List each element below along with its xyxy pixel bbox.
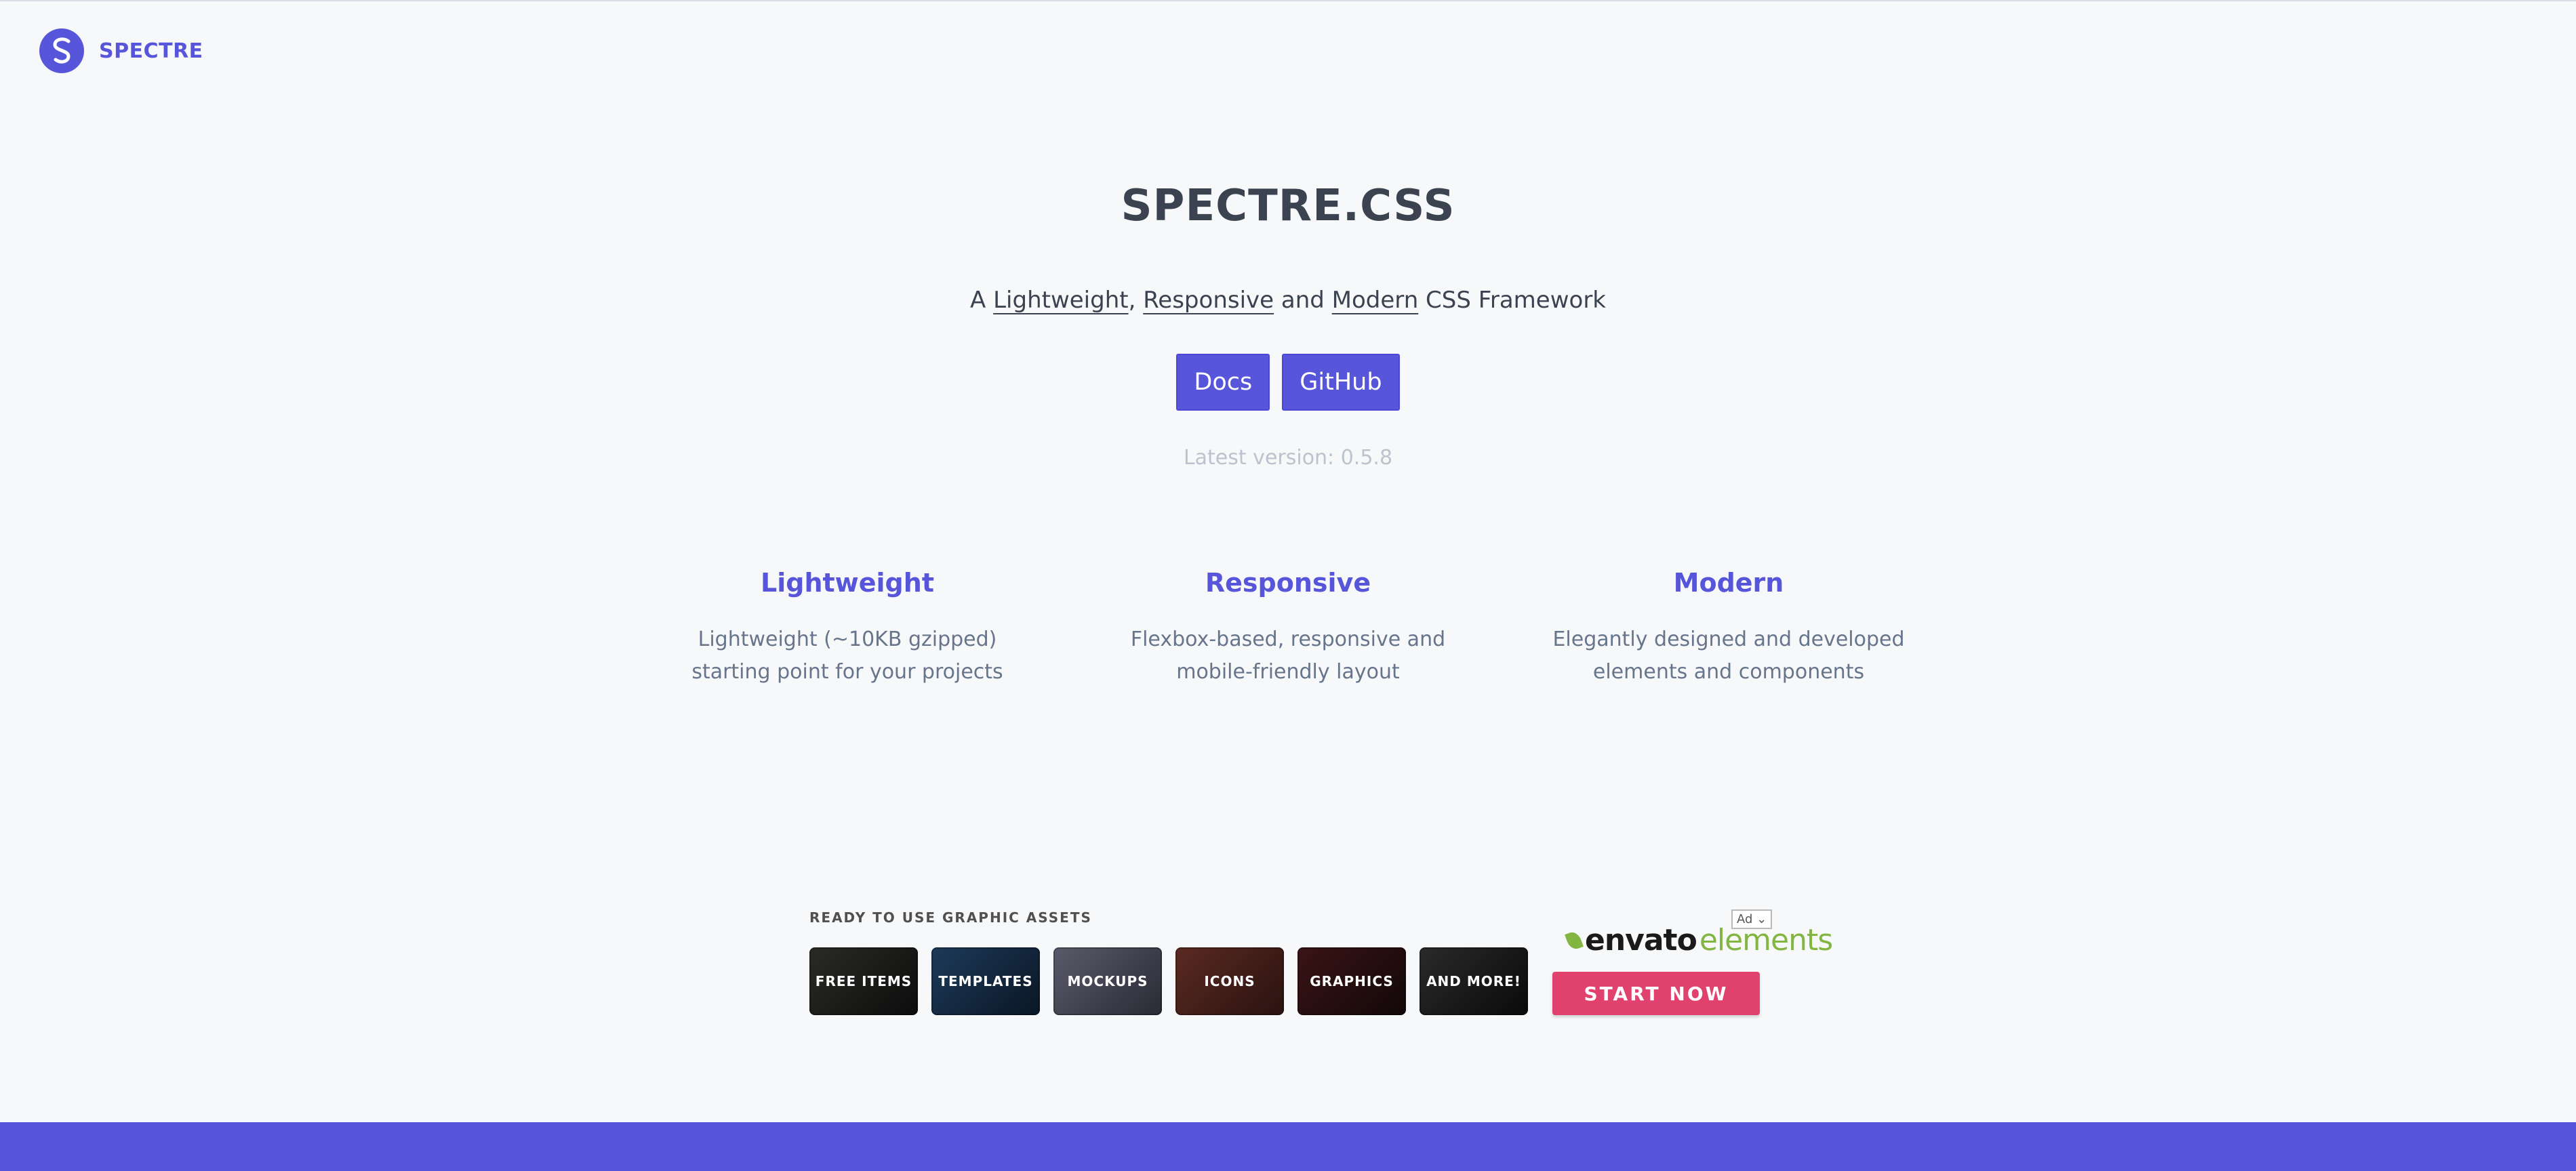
- start-now-button[interactable]: START NOW: [1552, 972, 1760, 1015]
- envato-logo-text: envato: [1585, 923, 1697, 958]
- spectre-logo-icon: [39, 28, 84, 73]
- feature-desc-line: starting point for your projects: [691, 660, 1003, 684]
- feature-desc-line: Elegantly designed and developed: [1552, 628, 1905, 651]
- ad-tiles: FREE ITEMS TEMPLATES MOCKUPS ICONS GRAPH…: [809, 947, 1528, 1015]
- subtitle-separator: ,: [1128, 287, 1144, 314]
- subtitle-prefix: A: [970, 287, 994, 314]
- hero-subtitle: A Lightweight, Responsive and Modern CSS…: [0, 289, 2576, 312]
- feature-desc-line: Flexbox-based, responsive and: [1130, 628, 1446, 651]
- ad-heading: READY TO USE GRAPHIC ASSETS: [809, 909, 1092, 926]
- ad-tile-free-items[interactable]: FREE ITEMS: [809, 947, 918, 1015]
- envato-elements-logo: envato elements: [1565, 923, 1833, 958]
- ad-choices-badge[interactable]: Ad ⌄: [1731, 909, 1773, 929]
- feature-description: Elegantly designed and developed element…: [1508, 623, 1949, 689]
- github-button[interactable]: GitHub: [1282, 354, 1400, 411]
- feature-desc-line: elements and components: [1592, 660, 1865, 684]
- feature-title: Lightweight: [761, 568, 934, 598]
- features-section: Lightweight Lightweight (~10KB gzipped) …: [0, 568, 2576, 689]
- feature-title: Responsive: [1205, 568, 1371, 598]
- ad-banner[interactable]: READY TO USE GRAPHIC ASSETS FREE ITEMS T…: [809, 909, 1833, 1023]
- subtitle-suffix: CSS Framework: [1418, 287, 1606, 314]
- feature-description: Lightweight (~10KB gzipped) starting poi…: [627, 623, 1068, 689]
- page-title: SPECTRE.CSS: [1121, 181, 1455, 231]
- subtitle-link-responsive[interactable]: Responsive: [1143, 287, 1274, 314]
- ad-badge-label: Ad: [1737, 912, 1753, 926]
- ad-tile-templates[interactable]: TEMPLATES: [931, 947, 1040, 1015]
- ad-tile-icons[interactable]: ICONS: [1175, 947, 1284, 1015]
- feature-lightweight: Lightweight Lightweight (~10KB gzipped) …: [627, 568, 1068, 689]
- subtitle-link-modern[interactable]: Modern: [1332, 287, 1419, 314]
- version-text: Latest version: 0.5.8: [1183, 446, 1393, 470]
- brand-link[interactable]: SPECTRE: [39, 28, 203, 73]
- ad-tile-graphics[interactable]: GRAPHICS: [1297, 947, 1406, 1015]
- hero-buttons: Docs GitHub: [0, 354, 2576, 411]
- feature-title: Modern: [1673, 568, 1784, 598]
- ad-tile-mockups[interactable]: MOCKUPS: [1053, 947, 1162, 1015]
- subtitle-link-lightweight[interactable]: Lightweight: [993, 287, 1128, 314]
- subtitle-separator: and: [1274, 287, 1332, 314]
- feature-modern: Modern Elegantly designed and developed …: [1508, 568, 1949, 689]
- feature-desc-line: mobile-friendly layout: [1176, 660, 1400, 684]
- feature-responsive: Responsive Flexbox-based, responsive and…: [1068, 568, 1508, 689]
- chevron-down-icon: ⌄: [1756, 912, 1767, 926]
- docs-button[interactable]: Docs: [1176, 354, 1270, 411]
- hero-section: SPECTRE.CSS A Lightweight, Responsive an…: [0, 184, 2576, 470]
- brand-name: SPECTRE: [99, 39, 203, 63]
- footer-bar: [0, 1122, 2576, 1171]
- feature-desc-line: Lightweight (~10KB gzipped): [698, 628, 997, 651]
- ad-tile-and-more[interactable]: AND MORE!: [1420, 947, 1528, 1015]
- feature-description: Flexbox-based, responsive and mobile-fri…: [1068, 623, 1508, 689]
- envato-leaf-icon: [1565, 929, 1584, 951]
